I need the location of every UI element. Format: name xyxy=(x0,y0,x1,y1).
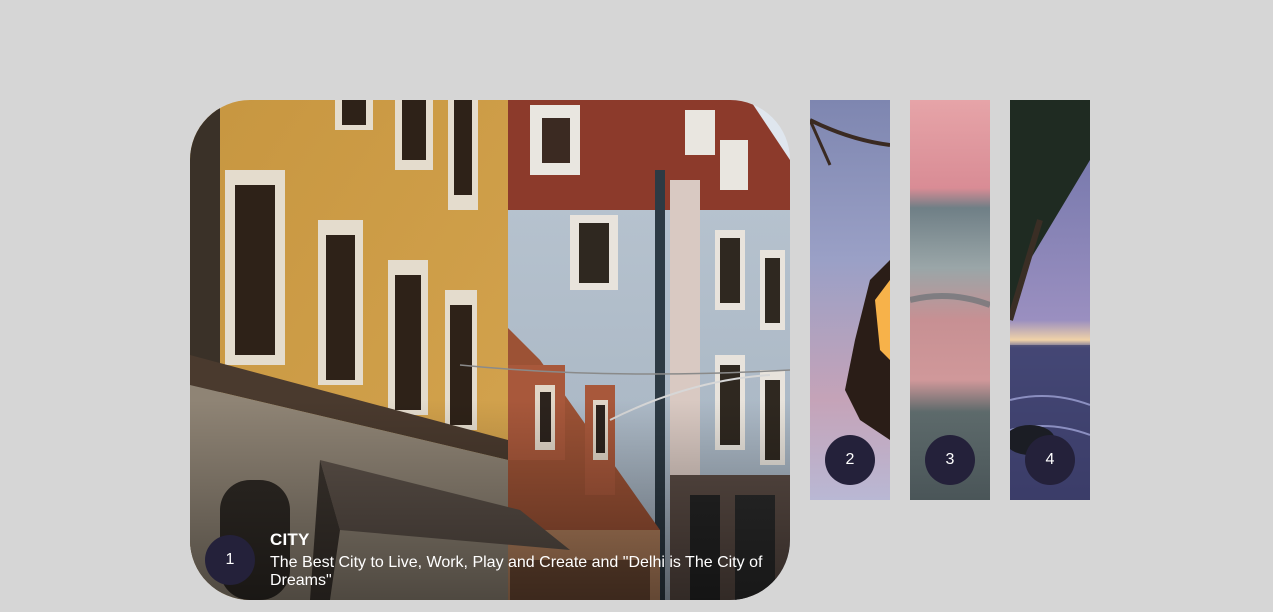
slide-title: CITY xyxy=(270,530,310,549)
slide-1-city[interactable]: 1 CITY The Best City to Live, Work, Play… xyxy=(190,100,790,600)
slide-2[interactable]: 2 xyxy=(810,100,890,500)
slide-3[interactable]: 3 xyxy=(910,100,990,500)
city-photo xyxy=(190,100,790,600)
slide-number-badge: 2 xyxy=(825,435,875,485)
slide-description: The Best City to Live, Work, Play and Cr… xyxy=(270,554,763,589)
slide-number-badge: 1 xyxy=(205,535,255,585)
slide-4[interactable]: 4 xyxy=(1010,100,1090,500)
slide-number-badge: 4 xyxy=(1025,435,1075,485)
slide-caption: CITY The Best City to Live, Work, Play a… xyxy=(270,530,780,590)
slide-number-badge: 3 xyxy=(925,435,975,485)
image-gallery: 1 CITY The Best City to Live, Work, Play… xyxy=(0,0,1273,612)
